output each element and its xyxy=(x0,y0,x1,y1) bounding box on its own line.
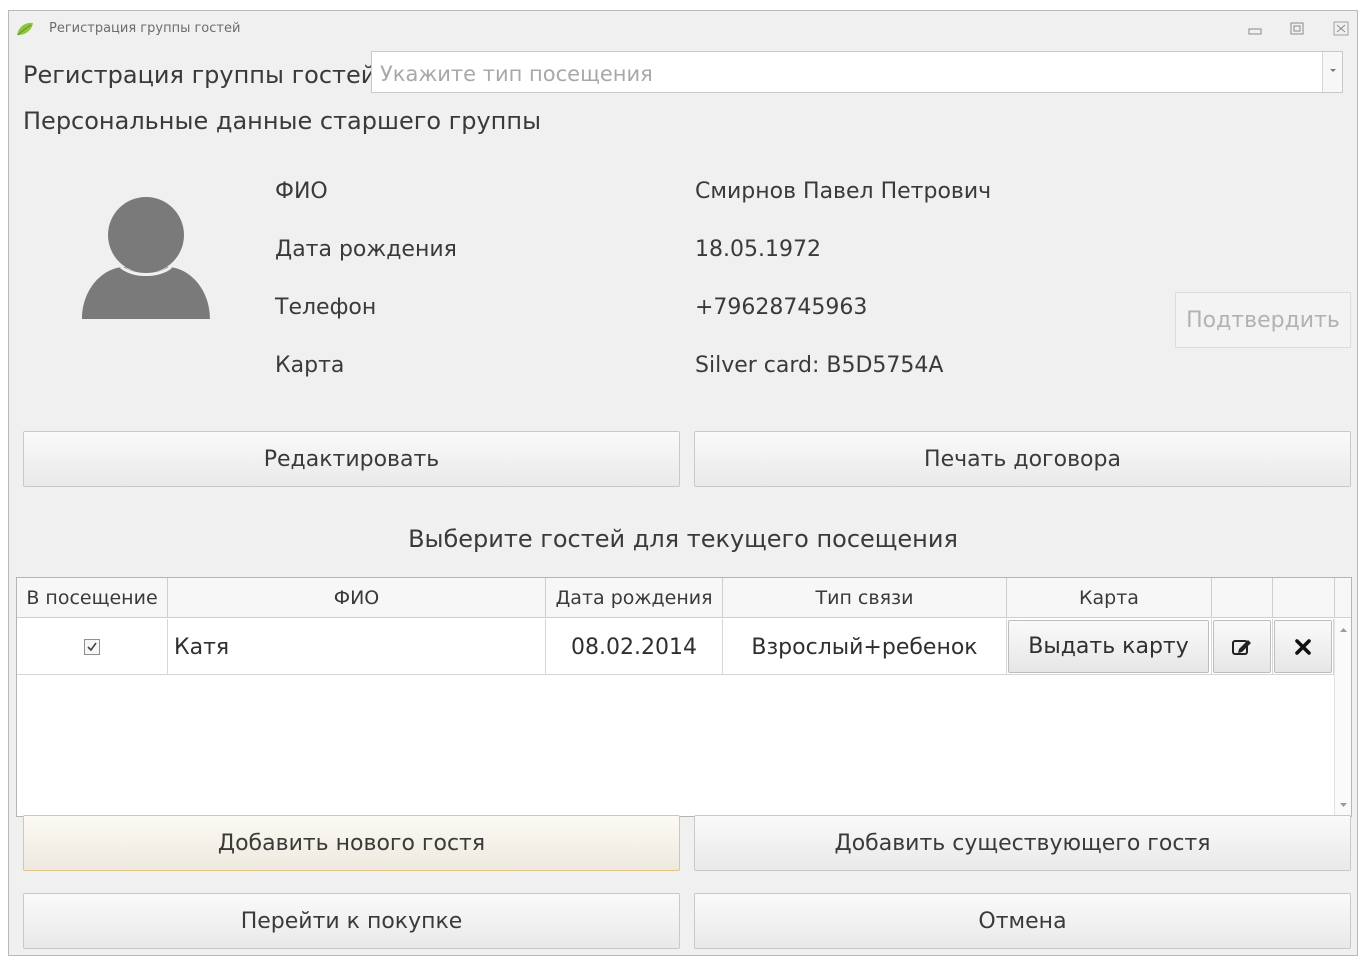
guest-relation-cell: Взрослый+ребенок xyxy=(723,619,1007,675)
visit-type-placeholder: Укажите тип посещения xyxy=(380,62,653,86)
guests-caption: Выберите гостей для текущего посещения xyxy=(408,525,958,553)
column-header-name[interactable]: ФИО xyxy=(168,578,546,618)
column-header-birth-date[interactable]: Дата рождения xyxy=(546,578,723,618)
delete-guest-button[interactable] xyxy=(1274,620,1332,673)
guest-card-cell: Выдать карту xyxy=(1007,619,1212,675)
confirm-button[interactable]: Подтвердить xyxy=(1175,292,1351,348)
form-content: Регистрация группы гостей Укажите тип по… xyxy=(9,47,1357,957)
minimize-icon[interactable] xyxy=(1245,21,1265,37)
field-label-birth-date: Дата рождения xyxy=(275,237,457,262)
registration-window: Регистрация группы гостей Регистрация гр… xyxy=(8,10,1358,956)
user-avatar-icon xyxy=(82,197,210,319)
field-label-card: Карта xyxy=(275,353,345,378)
checkmark-icon xyxy=(87,642,97,652)
section-title: Персональные данные старшего группы xyxy=(23,107,542,135)
visit-type-select[interactable]: Укажите тип посещения xyxy=(371,51,1343,93)
print-contract-button[interactable]: Печать договора xyxy=(694,431,1351,487)
add-existing-guest-button[interactable]: Добавить существующего гостя xyxy=(694,815,1351,871)
leaf-icon xyxy=(17,22,33,36)
chevron-down-icon xyxy=(1330,69,1336,72)
go-to-purchase-button[interactable]: Перейти к покупке xyxy=(23,893,680,949)
edit-button[interactable]: Редактировать xyxy=(23,431,680,487)
column-header-delete xyxy=(1273,578,1335,618)
scroll-down-icon[interactable] xyxy=(1339,802,1348,808)
column-header-relation[interactable]: Тип связи xyxy=(723,578,1007,618)
guest-edit-cell xyxy=(1212,619,1273,675)
window-title: Регистрация группы гостей xyxy=(49,21,241,36)
field-value-birth-date: 18.05.1972 xyxy=(695,237,821,262)
guests-table: В посещение ФИО Дата рождения Тип связи … xyxy=(16,577,1352,817)
column-header-edit xyxy=(1212,578,1273,618)
table-header: В посещение ФИО Дата рождения Тип связи … xyxy=(17,578,1351,618)
edit-icon xyxy=(1232,639,1251,655)
field-label-name: ФИО xyxy=(275,179,328,204)
cancel-button[interactable]: Отмена xyxy=(694,893,1351,949)
table-scrollbar[interactable] xyxy=(1334,619,1351,816)
column-header-card[interactable]: Карта xyxy=(1007,578,1212,618)
delete-icon xyxy=(1295,638,1311,655)
field-value-phone: +79628745963 xyxy=(695,295,868,320)
maximize-icon[interactable] xyxy=(1287,21,1307,37)
guest-delete-cell xyxy=(1273,619,1334,675)
column-header-in-visit[interactable]: В посещение xyxy=(17,578,168,618)
scroll-up-icon[interactable] xyxy=(1339,627,1348,633)
table-row[interactable]: Катя 08.02.2014 Взрослый+ребенок Выдать … xyxy=(17,619,1334,675)
page-title: Регистрация группы гостей xyxy=(23,61,377,89)
in-visit-checkbox[interactable] xyxy=(84,639,100,655)
guest-birth-date-cell: 08.02.2014 xyxy=(546,619,723,675)
close-icon[interactable] xyxy=(1331,21,1351,37)
edit-guest-button[interactable] xyxy=(1213,620,1271,673)
field-value-card: Silver card: B5D5754A xyxy=(695,353,944,378)
field-value-name: Смирнов Павел Петрович xyxy=(695,179,992,204)
add-new-guest-button[interactable]: Добавить нового гостя xyxy=(23,815,680,871)
dropdown-button[interactable] xyxy=(1322,52,1342,92)
title-bar: Регистрация группы гостей xyxy=(9,11,1357,47)
guest-name-cell: Катя xyxy=(168,619,546,675)
field-label-phone: Телефон xyxy=(275,295,377,320)
in-visit-cell xyxy=(17,619,168,675)
issue-card-button[interactable]: Выдать карту xyxy=(1008,620,1209,673)
